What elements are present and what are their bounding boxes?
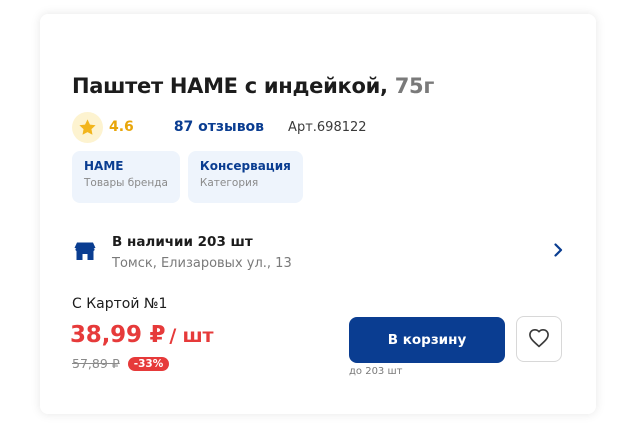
cart-limit-note: до 203 шт [349,366,403,377]
product-tags: HAME Товары бренда Консервация Категория [72,151,303,203]
store-icon [74,241,96,265]
loyalty-card-label: С Картой №1 [72,296,168,312]
current-price: 38,99 ₽ / шт [70,322,214,348]
stock-availability[interactable]: В наличии 203 шт Томск, Елизаровых ул., … [72,226,564,278]
discount-badge: -33% [127,356,170,371]
star-icon [72,111,103,143]
tag-brand[interactable]: HAME Товары бренда [72,151,180,203]
old-price: 57,89 ₽ [72,356,120,371]
product-weight: 75г [394,74,435,98]
product-title: Паштет HAME с индейкой, 75г [72,74,434,98]
chevron-right-icon[interactable] [552,242,564,262]
product-meta: 4.6 87 отзывов Арт.698122 [72,111,367,143]
stock-title: В наличии 203 шт [112,234,253,250]
tag-brand-name: HAME [84,159,124,173]
add-to-cart-button[interactable]: В корзину [349,317,505,363]
rating-value: 4.6 [109,119,134,135]
tag-brand-sub: Товары бренда [84,177,168,189]
store-address: Томск, Елизаровых ул., 13 [112,256,292,271]
favorite-button[interactable] [516,316,562,362]
price-unit: / шт [169,325,214,347]
product-name: Паштет HAME с индейкой, [72,74,388,98]
heart-icon [528,328,550,351]
product-card: Паштет HAME с индейкой, 75г 4.6 87 отзыв… [40,14,596,414]
article-number: Арт.698122 [288,119,367,135]
reviews-link[interactable]: 87 отзывов [174,119,264,135]
price-value: 38,99 ₽ [70,322,166,348]
tag-category-name: Консервация [199,159,291,173]
old-price-row: 57,89 ₽ -33% [72,356,170,371]
tag-category[interactable]: Консервация Категория [187,151,303,203]
tag-category-sub: Категория [199,177,259,189]
